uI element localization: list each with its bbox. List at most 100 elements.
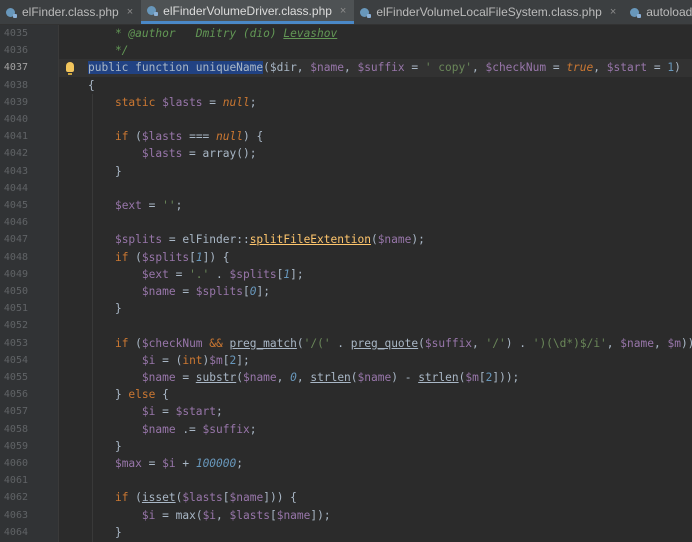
close-tab-icon[interactable]: ×	[340, 5, 346, 17]
code-token: $start	[606, 61, 648, 75]
code-line[interactable]: 4036 */	[0, 42, 692, 59]
lightbulb-icon[interactable]	[66, 62, 74, 76]
code-line[interactable]: 4050 $name = $splits[0];	[0, 283, 692, 300]
code-token: if	[114, 491, 129, 505]
line-number: 4050	[3, 286, 28, 297]
code-line[interactable]: 4052	[0, 317, 692, 334]
code-line[interactable]: 4043 }	[0, 163, 692, 180]
code-line[interactable]: 4059 }	[0, 438, 692, 455]
code-token: $lasts	[141, 147, 183, 161]
code-token: (	[236, 371, 243, 384]
code-text: $i = max($i, $lasts[$name]);	[88, 507, 331, 524]
code-token: $splits	[229, 267, 277, 281]
code-line[interactable]: 4053 if ($checkNum && preg_match('/(' . …	[0, 335, 692, 352]
code-line[interactable]: 4055 $name = substr($name, 0, strlen($na…	[0, 369, 692, 386]
code-line[interactable]: 4038 {	[0, 77, 692, 94]
code-text: $i = $start;	[88, 403, 223, 420]
code-token: =	[202, 95, 223, 109]
code-token: =	[168, 267, 190, 281]
code-line[interactable]: 4042 $lasts = array();	[0, 145, 692, 162]
code-line[interactable]: 4041 if ($lasts === null) {	[0, 128, 692, 145]
code-line[interactable]: 4060 $max = $i + 100000;	[0, 455, 692, 472]
code-token: $name	[310, 61, 344, 75]
code-token: (	[128, 250, 142, 264]
code-text: static $lasts = null;	[88, 94, 257, 111]
code-line[interactable]: 4044	[0, 180, 692, 197]
line-number: 4038	[3, 79, 28, 91]
line-number: 4054	[3, 354, 28, 366]
code-token: $ext	[114, 199, 142, 212]
code-token: =	[182, 147, 203, 161]
close-tab-icon[interactable]: ×	[127, 6, 133, 18]
code-token: static	[114, 95, 156, 109]
code-token: ,	[606, 336, 621, 350]
code-token: isset	[141, 491, 176, 505]
code-token: &&	[202, 336, 230, 350]
code-line[interactable]: 4056 } else {	[0, 386, 692, 403]
code-token: $i	[141, 353, 156, 367]
code-token: }	[88, 439, 122, 453]
code-token: array	[202, 147, 237, 161]
tab-elfinder-class-php[interactable]: elFinder.class.php ×	[0, 0, 141, 24]
code-token: +	[175, 457, 196, 470]
code-line[interactable]: 4063 $i = max($i, $lasts[$name]);	[0, 507, 692, 524]
code-token: ===	[182, 130, 217, 144]
close-tab-icon[interactable]: ×	[610, 6, 616, 18]
code-token: =	[155, 508, 176, 522]
code-token: $lasts	[229, 508, 270, 522]
code-token: $ext	[141, 267, 169, 281]
line-number: 4042	[3, 148, 28, 160]
code-line[interactable]: 4046	[0, 214, 692, 231]
code-line[interactable]: 4049 $ext = '.' . $splits[1];	[0, 266, 692, 283]
code-line[interactable]: 4062 if (isset($lasts[$name])) {	[0, 489, 692, 506]
tab-elfindervolumelocalfilesystem-class-php[interactable]: elFinderVolumeLocalFileSystem.class.php ×	[354, 0, 624, 24]
code-token: $name	[141, 422, 176, 436]
code-token: .	[330, 336, 351, 350]
code-line[interactable]: 4051 }	[0, 300, 692, 317]
code-token: ];	[256, 285, 270, 298]
code-line[interactable]: 4061	[0, 472, 692, 489]
code-token: ,	[593, 61, 607, 75]
code-line[interactable]: 4058 $name .= $suffix;	[0, 421, 692, 438]
code-text: public function uniqueName($dir, $name, …	[88, 59, 681, 76]
line-number: 4051	[3, 303, 28, 315]
code-token: $m	[465, 371, 479, 384]
code-line[interactable]: 4045 $ext = '';	[0, 197, 692, 214]
code-token: [	[269, 508, 277, 522]
code-line[interactable]: 4064 }	[0, 524, 692, 541]
line-number: 4049	[3, 268, 28, 280]
code-token: $max	[114, 457, 142, 470]
code-line[interactable]: 4048 if ($splits[1]) {	[0, 249, 692, 266]
code-token: $lasts	[162, 95, 203, 109]
code-text: $lasts = array();	[88, 145, 257, 162]
code-token: ,	[276, 371, 291, 384]
code-token: ::	[236, 233, 250, 247]
code-token: Levashov	[283, 27, 338, 40]
code-line[interactable]: 4047 $splits = elFinder::splitFileExtent…	[0, 231, 692, 248]
code-token: $i	[141, 508, 156, 522]
code-token: [	[478, 371, 486, 384]
code-token: (	[128, 130, 142, 144]
code-line[interactable]: 4037 public function uniqueName($dir, $na…	[0, 59, 692, 77]
code-line[interactable]: 4035 * @author Dmitry (dio) Levashov	[0, 25, 692, 42]
code-text: $name = $splits[0];	[88, 283, 270, 300]
line-number: 4046	[3, 217, 28, 229]
tab-autoload-php[interactable]: autoload.php×	[624, 0, 692, 24]
code-token: $name	[141, 371, 176, 384]
code-token: substr	[195, 371, 237, 384]
code-editor[interactable]: 4035 * @author Dmitry (dio) Levashov 4036…	[0, 25, 692, 542]
code-line[interactable]: 4039 static $lasts = null;	[0, 94, 692, 111]
tab-elfindervolumedriver-class-php[interactable]: elFinderVolumeDriver.class.php ×	[141, 0, 355, 24]
code-line[interactable]: 4057 $i = $start;	[0, 403, 692, 420]
tab-label: elFinderVolumeDriver.class.php	[163, 3, 332, 18]
code-text: if ($splits[1]) {	[88, 249, 230, 266]
code-token: $splits	[114, 233, 163, 247]
code-line[interactable]: 4040	[0, 111, 692, 128]
code-text: $max = $i + 100000;	[88, 455, 243, 472]
code-line[interactable]: 4054 $i = (int)$m[2];	[0, 352, 692, 369]
